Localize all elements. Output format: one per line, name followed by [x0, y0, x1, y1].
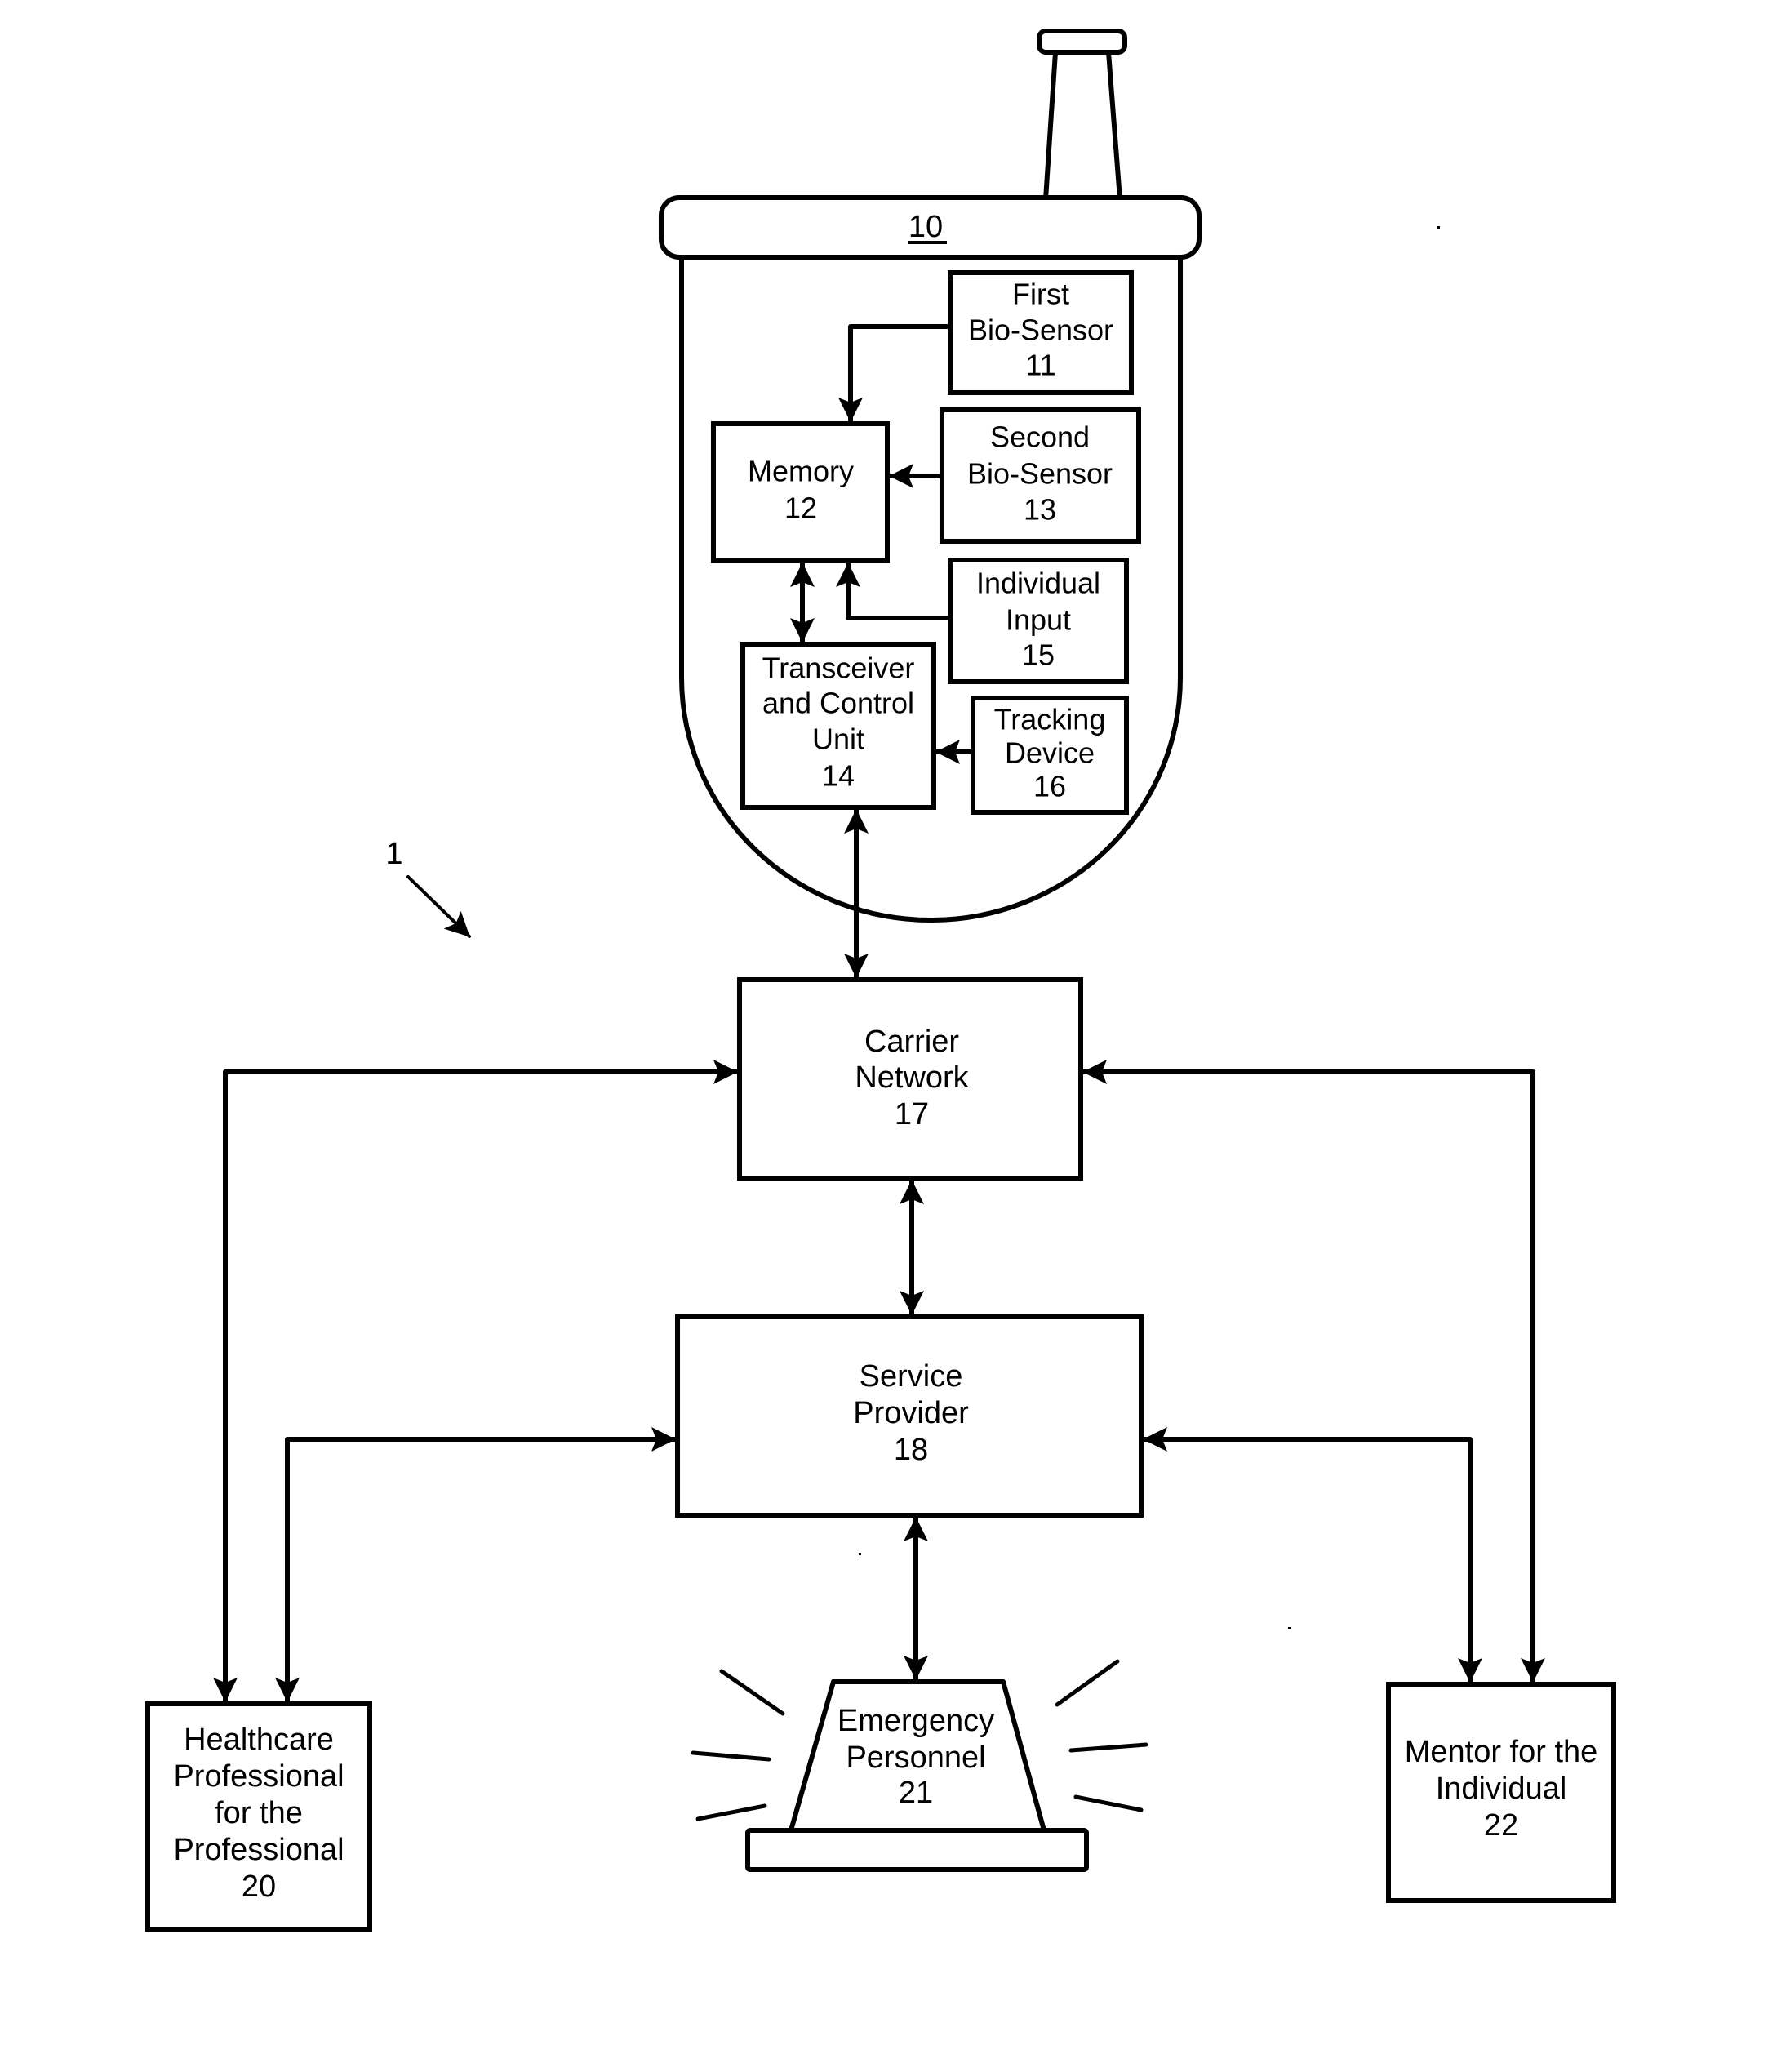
transceiver-line-4: 14: [822, 759, 855, 793]
mentor-line-3: 22: [1484, 1808, 1518, 1843]
mentor-line-1: Mentor for the: [1405, 1735, 1598, 1769]
connector-service-mentor: [1143, 1427, 1482, 1683]
tracking-device-line-2: Device: [1005, 736, 1095, 770]
system-ref-arrow: [406, 875, 471, 938]
individual-input-line-3: 15: [1022, 638, 1055, 672]
memory: Memory 12: [711, 421, 890, 563]
healthcare-professional: Healthcare Professional for the Professi…: [145, 1701, 372, 1932]
first-bio-sensor-line-1: First: [1012, 278, 1069, 311]
mentor-line-2: Individual: [1436, 1772, 1567, 1806]
scan-speck: [1437, 226, 1440, 229]
transceiver-line-3: Unit: [812, 723, 864, 756]
first-bio-sensor: First Bio-Sensor 11: [948, 270, 1134, 395]
siren-base: [745, 1828, 1089, 1872]
individual-input: Individual Input 15: [948, 558, 1129, 684]
tracking-device-line-3: 16: [1033, 770, 1066, 803]
service-provider: Service Provider 18: [675, 1314, 1144, 1518]
first-bio-sensor-line-3: 11: [1025, 349, 1055, 382]
connector-input-to-memory: [836, 562, 950, 620]
carrier-network-line-1: Carrier: [864, 1025, 959, 1059]
connector-service-healthcare: [275, 1427, 676, 1702]
transceiver-line-1: Transceiver: [762, 651, 915, 685]
system-diagram: 10 First Bio-Sensor 11 Memory 12 Second …: [145, 29, 1616, 1932]
second-bio-sensor-line-2: Bio-Sensor: [967, 457, 1113, 491]
memory-line-2: 12: [784, 491, 817, 525]
mobile-device: 10 First Bio-Sensor 11 Memory 12 Second …: [659, 29, 1202, 923]
emergency-line-3: 21: [899, 1776, 933, 1810]
healthcare-line-5: 20: [242, 1870, 276, 1904]
emergency-line-2: Personnel: [846, 1741, 985, 1775]
scan-speck: [1288, 1627, 1291, 1629]
tracking-device: Tracking Device 16: [971, 696, 1129, 815]
healthcare-line-4: Professional: [173, 1833, 344, 1867]
second-bio-sensor-line-3: 13: [1024, 493, 1056, 527]
connector-first-bio-to-memory: [838, 324, 950, 422]
individual-input-line-1: Individual: [976, 567, 1100, 600]
second-bio-sensor-line-1: Second: [990, 420, 1090, 454]
transceiver-control-unit: Transceiver and Control Unit 14: [740, 642, 936, 810]
tracking-device-line-1: Tracking: [994, 703, 1106, 736]
service-provider-line-1: Service: [860, 1359, 963, 1394]
device-ref: 10: [908, 210, 943, 244]
healthcare-line-3: for the: [215, 1796, 303, 1830]
connector-carrier-healthcare: [213, 1060, 738, 1702]
individual-input-line-2: Input: [1006, 603, 1071, 637]
service-provider-line-2: Provider: [853, 1396, 969, 1430]
healthcare-line-2: Professional: [173, 1759, 344, 1794]
healthcare-line-1: Healthcare: [184, 1723, 334, 1757]
carrier-network-line-3: 17: [895, 1097, 929, 1132]
service-provider-line-3: 18: [894, 1433, 928, 1467]
emergency-personnel: Emergency Personnel 21: [691, 1659, 1148, 1872]
antenna-icon: [1037, 29, 1127, 200]
connector-carrier-mentor: [1082, 1060, 1545, 1683]
carrier-network: Carrier Network 17: [737, 977, 1083, 1181]
mentor: Mentor for the Individual 22: [1386, 1682, 1616, 1903]
emergency-line-1: Emergency: [837, 1704, 994, 1738]
first-bio-sensor-line-2: Bio-Sensor: [968, 313, 1113, 347]
transceiver-line-2: and Control: [762, 687, 914, 720]
scan-speck: [859, 1553, 861, 1555]
system-ref: 1: [385, 837, 402, 871]
carrier-network-line-2: Network: [855, 1060, 969, 1095]
memory-line-1: Memory: [748, 455, 854, 488]
second-bio-sensor: Second Bio-Sensor 13: [940, 407, 1141, 544]
